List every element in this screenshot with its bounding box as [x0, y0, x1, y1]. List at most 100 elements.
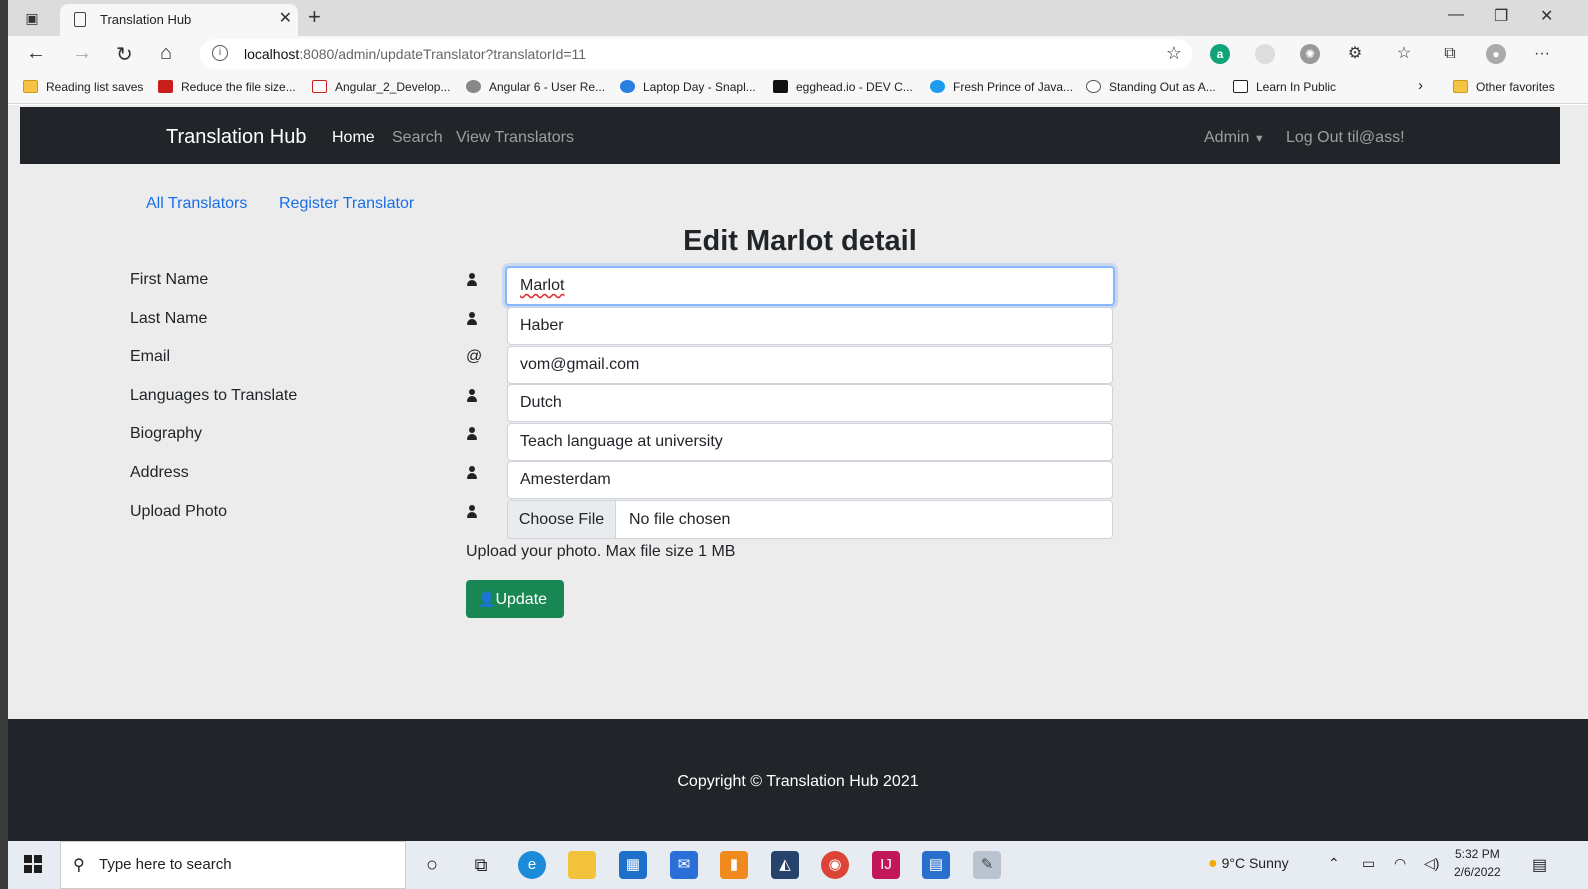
swyx-icon [1233, 80, 1248, 93]
store-icon[interactable]: ▦ [619, 851, 647, 879]
task-view-icon[interactable]: ⧉ [467, 851, 495, 879]
admin-dropdown[interactable]: Admin ▼ [1204, 129, 1265, 147]
user-icon [466, 505, 478, 522]
last-name-label: Last Name [130, 310, 208, 327]
folder-icon [1453, 80, 1468, 93]
new-tab-button[interactable]: + [308, 4, 321, 30]
bookmark-other-favorites[interactable]: Other favorites [1453, 80, 1555, 94]
user-plus-icon: 👤 [478, 591, 496, 607]
address-bar[interactable]: i localhost:8080/admin/updateTranslator?… [200, 39, 1192, 69]
upload-help-text: Upload your photo. Max file size 1 MB [466, 543, 736, 560]
clock[interactable]: 5:32 PM 2/6/2022 [1454, 845, 1501, 881]
bookmark-learn-in-public[interactable]: Learn In Public [1233, 80, 1336, 94]
email-label: Email [130, 348, 171, 365]
extension-gear-icon[interactable]: ✺ [1300, 44, 1320, 64]
first-name-input[interactable]: Marlot [505, 266, 1115, 306]
bookmark-egghead[interactable]: egghead.io - DEV C... [773, 80, 913, 94]
chrome-icon[interactable]: ◉ [821, 851, 849, 879]
extension-a-icon[interactable]: a [1210, 44, 1230, 64]
screen: ▣ Translation Hub ✕ + — ❐ ✕ ← → ↻ ⌂ i lo… [0, 0, 1588, 889]
clock-time: 5:32 PM [1455, 847, 1500, 861]
register-translator-link[interactable]: Register Translator [279, 195, 414, 213]
windows-start-icon[interactable] [24, 855, 42, 873]
tab-actions-icon[interactable]: ▣ [22, 8, 42, 28]
notification-icon[interactable]: ▤ [1532, 855, 1547, 875]
browser-tab[interactable]: Translation Hub ✕ [60, 4, 298, 36]
caret-down-icon: ▼ [1253, 133, 1265, 145]
minimize-icon[interactable]: — [1448, 6, 1464, 24]
folder-icon [23, 80, 38, 93]
wifi-icon[interactable]: ◠ [1394, 855, 1406, 872]
page-title: Edit Marlot detail [683, 225, 917, 257]
user-icon [466, 80, 481, 93]
chevron-right-icon[interactable]: › [1418, 77, 1423, 94]
bookmark-fresh-prince[interactable]: Fresh Prince of Java... [930, 80, 1073, 94]
copyright-text: Copyright © Translation Hub 2021 [677, 773, 919, 790]
site-info-icon[interactable]: i [212, 45, 228, 61]
intellij-icon[interactable]: IJ [872, 851, 900, 879]
biography-label: Biography [130, 425, 203, 442]
bookmark-reading-list[interactable]: Reading list saves [23, 80, 143, 94]
nav-home[interactable]: Home [332, 129, 375, 147]
biography-input[interactable]: Teach language at university [507, 423, 1113, 461]
edge-icon [620, 80, 635, 93]
nav-search[interactable]: Search [392, 129, 443, 147]
bookmark-reduce-file-size[interactable]: Reduce the file size... [158, 80, 296, 94]
forward-icon[interactable]: → [72, 42, 92, 65]
choose-file-button[interactable]: Choose File [508, 501, 616, 538]
home-icon[interactable]: ⌂ [160, 42, 172, 65]
bookmark-angular-2[interactable]: Angular_2_Develop... [312, 80, 450, 94]
favorites-icon[interactable]: ☆ [1394, 44, 1414, 64]
mail-icon[interactable]: ✉ [670, 851, 698, 879]
clock-date: 2/6/2022 [1454, 865, 1501, 879]
site-footer: Copyright © Translation Hub 2021 [8, 719, 1588, 841]
update-button[interactable]: 👤Update [466, 580, 564, 618]
paint-icon[interactable]: ✎ [973, 851, 1001, 879]
first-name-label: First Name [130, 271, 209, 288]
profile-avatar[interactable]: ● [1486, 44, 1506, 64]
user-icon [466, 427, 478, 444]
add-favorite-icon[interactable]: ☆ [1166, 43, 1182, 64]
browser-toolbar: ← → ↻ ⌂ i localhost:8080/admin/updateTra… [8, 36, 1588, 72]
taskbar-search-placeholder: Type here to search [99, 856, 232, 873]
address-input[interactable]: Amesterdam [507, 461, 1113, 499]
last-name-input[interactable]: Haber [507, 307, 1113, 345]
bookmark-angular-6[interactable]: Angular 6 - User Re... [466, 80, 605, 94]
photo-file-input[interactable]: Choose File No file chosen [507, 500, 1113, 539]
bookmark-standing-out[interactable]: Standing Out as A... [1086, 80, 1216, 94]
document-icon[interactable]: ▤ [922, 851, 950, 879]
bookmark-laptop-day[interactable]: Laptop Day - Snapl... [620, 80, 756, 94]
file-status: No file chosen [629, 511, 731, 528]
languages-input[interactable]: Dutch [507, 384, 1113, 422]
taskbar-search[interactable]: ⚲ Type here to search [60, 841, 406, 889]
site-navbar: Translation Hub Home Search View Transla… [20, 107, 1560, 164]
file-explorer-icon[interactable] [568, 851, 596, 879]
window-close-icon[interactable]: ✕ [1540, 6, 1553, 26]
restore-icon[interactable]: ❐ [1494, 6, 1508, 26]
volume-icon[interactable]: ◁) [1424, 855, 1439, 872]
upload-photo-label: Upload Photo [130, 503, 227, 520]
cortana-icon[interactable]: ○ [418, 851, 446, 879]
logout-link[interactable]: Log Out til@ass! [1286, 129, 1405, 147]
weather-widget[interactable]: ● 9°C Sunny [1208, 855, 1289, 873]
navbar-brand[interactable]: Translation Hub [166, 126, 306, 149]
refresh-icon[interactable]: ↻ [116, 42, 133, 67]
edge-icon[interactable]: e [518, 851, 546, 879]
tab-close-icon[interactable]: ✕ [279, 8, 292, 28]
extension-blank-icon[interactable] [1255, 44, 1275, 64]
url-text[interactable]: localhost:8080/admin/updateTranslator?tr… [244, 46, 586, 62]
all-translators-link[interactable]: All Translators [146, 195, 247, 213]
extensions-icon[interactable]: ⚙ [1345, 44, 1365, 64]
app-orange-icon[interactable]: ▮ [720, 851, 748, 879]
mysql-workbench-icon[interactable]: ◭ [771, 851, 799, 879]
nav-view-translators[interactable]: View Translators [456, 129, 574, 147]
collections-icon[interactable]: ⧉ [1440, 44, 1460, 64]
more-icon[interactable]: ··· [1532, 44, 1552, 64]
meet-now-icon[interactable]: ▭ [1362, 855, 1375, 872]
back-icon[interactable]: ← [26, 42, 46, 65]
email-input[interactable]: vom@gmail.com [507, 346, 1113, 384]
tab-title: Translation Hub [100, 12, 192, 27]
languages-label: Languages to Translate [130, 387, 298, 404]
sun-icon: ● [1208, 855, 1218, 872]
chevron-up-icon[interactable]: ⌃ [1328, 855, 1340, 872]
